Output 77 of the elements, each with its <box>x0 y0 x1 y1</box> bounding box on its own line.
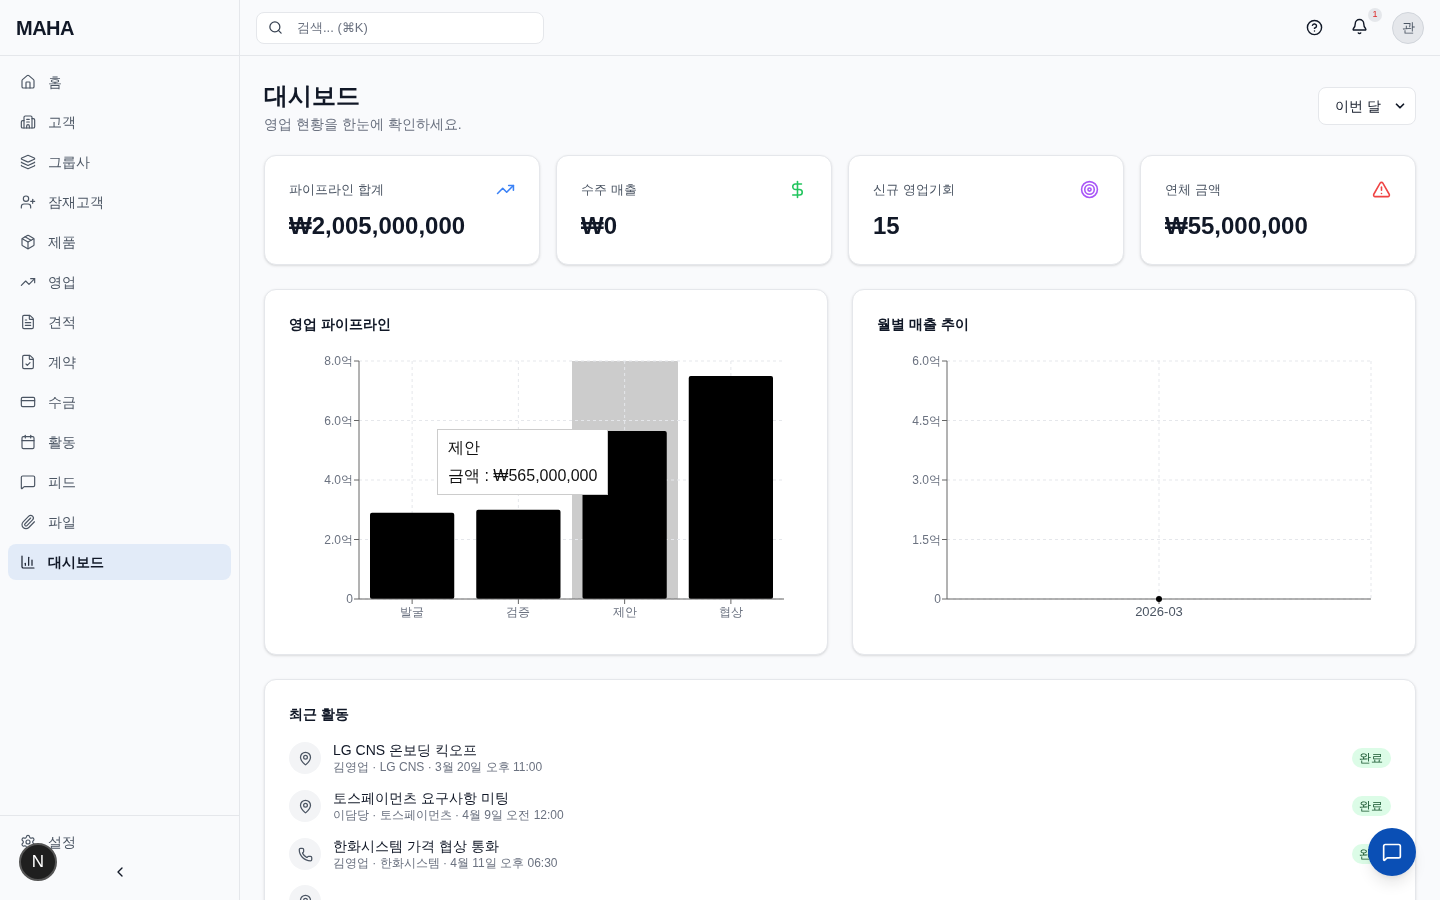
y-tick-label: 3.0억 <box>912 473 941 487</box>
y-tick-label: 4.0억 <box>324 473 353 487</box>
chart-title: 월별 매출 추이 <box>877 315 970 334</box>
card-icon <box>20 394 36 410</box>
paperclip-icon <box>20 514 36 530</box>
status-badge: 완료 <box>1352 748 1391 768</box>
section-title: 최근 활동 <box>289 705 350 724</box>
stat-value: ₩2,005,000,000 <box>289 210 467 241</box>
search-field[interactable]: 검색... (⌘K) <box>256 11 544 44</box>
speech-bubble-icon <box>20 474 36 490</box>
activity-title: LG CNS 온보딩 킥오프 <box>333 741 478 759</box>
activity-meta: 김영업 · 한화시스템 · 4월 11일 오후 06:30 <box>333 855 559 871</box>
sidebar-item[interactable]: 계약 <box>8 344 231 380</box>
help-icon <box>1306 19 1323 36</box>
phone-icon <box>297 846 313 862</box>
stat-label: 수주 매출 <box>581 181 637 199</box>
box-icon <box>20 234 36 250</box>
document-icon <box>20 314 36 330</box>
stat-label: 파이프라인 합계 <box>289 181 384 199</box>
y-tick-label: 8.0억 <box>324 354 353 368</box>
map-pin-icon <box>297 798 313 814</box>
sidebar-item[interactable]: 대시보드 <box>8 544 231 580</box>
page-subtitle: 영업 현황을 한눈에 확인하세요. <box>264 115 462 134</box>
y-tick-label: 4.5억 <box>912 413 941 428</box>
user-plus-icon <box>20 194 36 210</box>
sidebar-item[interactable]: 홈 <box>8 64 231 100</box>
sidebar-item[interactable]: 수금 <box>8 384 231 420</box>
x-tick-label: 2026-03 <box>1135 604 1183 619</box>
bell-icon <box>1351 17 1368 35</box>
activity-meta: 김영업 · LG CNS · 3월 20일 오후 11:00 <box>333 759 544 775</box>
sidebar-item[interactable]: 견적 <box>8 304 231 340</box>
map-pin-icon <box>297 750 313 766</box>
activity-title: 토스페이먼츠 요구사항 미팅 <box>333 789 510 807</box>
stat-value: 15 <box>873 210 901 241</box>
activity-title: 한화시스템 가격 협상 통화 <box>333 837 500 855</box>
y-tick-label: 2.0억 <box>324 532 353 547</box>
tooltip-title: 제안 <box>448 438 481 458</box>
layers-icon <box>20 154 36 170</box>
user-avatar[interactable]: 관 <box>1392 11 1424 44</box>
chart-title: 영업 파이프라인 <box>289 315 392 334</box>
x-tick-label: 발굴 <box>400 605 425 619</box>
building-icon <box>20 114 36 130</box>
calendar-icon <box>20 434 36 450</box>
sidebar-item[interactable]: 제품 <box>8 224 231 260</box>
y-tick-label: 0 <box>934 592 941 606</box>
status-badge: 완료 <box>1352 796 1391 816</box>
y-tick-label: 6.0억 <box>912 354 941 368</box>
y-tick-label: 0 <box>346 592 353 606</box>
sidebar-item[interactable]: 파일 <box>8 504 231 540</box>
tooltip-value: 금액 : ₩565,000,000 <box>448 466 598 486</box>
stat-value: ₩55,000,000 <box>1165 210 1309 241</box>
sidebar-item[interactable]: 고객 <box>8 104 231 140</box>
search-icon <box>268 19 283 35</box>
line-series <box>1156 596 1162 602</box>
sidebar-item[interactable]: 활동 <box>8 424 231 460</box>
home-icon <box>20 74 36 90</box>
settings-icon <box>20 834 36 850</box>
sidebar-item[interactable]: 피드 <box>8 464 231 500</box>
bar-chart-icon <box>20 554 36 570</box>
document-check-icon <box>20 354 36 370</box>
y-tick-label: 1.5억 <box>912 532 941 547</box>
speech-bubble-icon <box>1382 842 1402 862</box>
activity-meta: 이담당 · 토스페이먼츠 · 4월 9일 오전 12:00 <box>333 807 565 823</box>
page-title: 대시보드 <box>264 81 361 111</box>
x-tick-label: 제안 <box>612 605 637 619</box>
stat-label: 연체 금액 <box>1165 181 1221 199</box>
stat-label: 신규 영업기회 <box>873 181 955 199</box>
y-tick-label: 6.0억 <box>324 413 353 428</box>
sidebar-item[interactable]: 그룹사 <box>8 144 231 180</box>
x-tick-label: 협상 <box>718 605 743 619</box>
sidebar-item[interactable]: 영업 <box>8 264 231 300</box>
stat-value: ₩0 <box>581 210 618 241</box>
app-logo: MAHA <box>16 15 74 41</box>
sidebar-item[interactable]: 잠재고객 <box>8 184 231 220</box>
period-select[interactable]: 이번 달 <box>1318 87 1416 125</box>
notification-count: 1 <box>1368 7 1382 22</box>
x-tick-label: 검증 <box>506 605 531 619</box>
